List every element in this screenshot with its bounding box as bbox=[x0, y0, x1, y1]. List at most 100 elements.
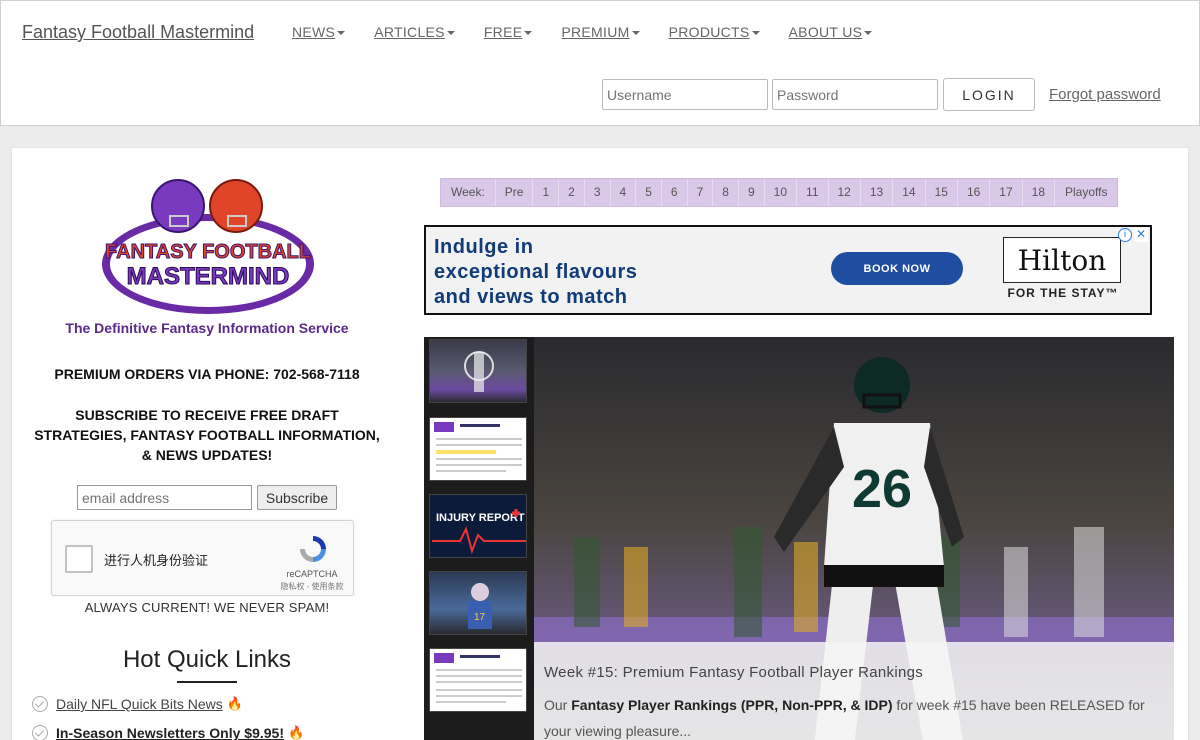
week-2[interactable]: 2 bbox=[559, 179, 585, 206]
tagline: The Definitive Fantasy Information Servi… bbox=[65, 320, 349, 336]
quick-link-item: In-Season Newsletters Only $9.95! 🔥 bbox=[32, 725, 304, 740]
helmet-icon bbox=[854, 357, 910, 413]
nav-premium[interactable]: PREMIUM bbox=[561, 24, 640, 40]
excerpt-bold: Fantasy Player Rankings (PPR, Non-PPR, &… bbox=[571, 697, 893, 713]
jersey-number: 26 bbox=[852, 459, 912, 519]
ad-headline-line: Indulge in bbox=[434, 236, 534, 258]
nav-about-us[interactable]: ABOUT US bbox=[789, 24, 873, 40]
ad-headline-line: and views to match bbox=[434, 286, 628, 308]
logo-text-line1: FANTASY FOOTBALL bbox=[105, 241, 311, 263]
slider-thumbnails: INJURY REPORT 17 bbox=[424, 337, 534, 740]
ad-slogan: FOR THE STAY™ bbox=[1007, 286, 1119, 300]
nav-products[interactable]: PRODUCTS bbox=[669, 24, 760, 40]
player-silhouette-icon bbox=[464, 351, 494, 392]
ad-close-icon[interactable]: ✕ bbox=[1134, 228, 1148, 242]
ad-banner[interactable]: Indulge in exceptional flavours and view… bbox=[424, 225, 1152, 315]
caret-down-icon bbox=[631, 30, 640, 35]
document-icon bbox=[434, 422, 522, 472]
nav-free[interactable]: FREE bbox=[484, 24, 533, 40]
slide-excerpt: Our Fantasy Player Rankings (PPR, Non-PP… bbox=[544, 692, 1154, 740]
week-3[interactable]: 3 bbox=[585, 179, 611, 206]
week-11[interactable]: 11 bbox=[797, 179, 829, 206]
week-13[interactable]: 13 bbox=[861, 179, 894, 206]
site-logo[interactable]: FANTASY FOOTBALL MASTERMIND bbox=[100, 176, 316, 316]
slide-title[interactable]: Week #15: Premium Fantasy Football Playe… bbox=[544, 664, 923, 681]
week-12[interactable]: 12 bbox=[829, 179, 861, 206]
login-button[interactable]: LOGIN bbox=[943, 78, 1035, 111]
week-1[interactable]: 1 bbox=[533, 179, 560, 206]
quick-link-daily-news[interactable]: Daily NFL Quick Bits News bbox=[56, 696, 223, 712]
caret-down-icon bbox=[864, 30, 873, 35]
week-18[interactable]: 18 bbox=[1023, 179, 1056, 206]
phone-orders: PREMIUM ORDERS VIA PHONE: 702-568-7118 bbox=[54, 366, 360, 382]
thumbnail-field-photo[interactable] bbox=[429, 339, 527, 403]
thumbnail-player-photo[interactable]: 17 bbox=[429, 571, 527, 635]
forgot-password-link[interactable]: Forgot password bbox=[1049, 86, 1161, 103]
week-15[interactable]: 15 bbox=[926, 179, 958, 206]
slide-caption[interactable]: Week #15: Premium Fantasy Football Playe… bbox=[534, 642, 1174, 740]
nav-articles[interactable]: ARTICLES bbox=[374, 24, 455, 40]
title-underline bbox=[177, 681, 237, 683]
caret-down-icon bbox=[524, 30, 533, 35]
brand-link[interactable]: Fantasy Football Mastermind bbox=[22, 22, 254, 43]
username-input[interactable] bbox=[602, 79, 768, 110]
document-icon bbox=[434, 653, 522, 703]
week-label: Week: bbox=[441, 179, 496, 206]
fire-icon: 🔥 bbox=[226, 696, 243, 711]
hot-links-title: Hot Quick Links bbox=[122, 646, 292, 673]
check-circle-icon bbox=[32, 696, 48, 712]
helmet-right-icon bbox=[209, 179, 263, 233]
week-17[interactable]: 17 bbox=[990, 179, 1023, 206]
login-form: LOGIN Forgot password bbox=[602, 78, 1161, 111]
site-header: Fantasy Football Mastermind NEWS ARTICLE… bbox=[0, 0, 1200, 126]
recaptcha-icon bbox=[300, 536, 326, 562]
ad-brand-logo: Hilton bbox=[1003, 237, 1121, 283]
week-5[interactable]: 5 bbox=[636, 179, 662, 206]
week-7[interactable]: 7 bbox=[688, 179, 714, 206]
password-input[interactable] bbox=[772, 79, 938, 110]
week-16[interactable]: 16 bbox=[958, 179, 991, 206]
main-nav: NEWS ARTICLES FREE PREMIUM PRODUCTS ABOU… bbox=[292, 24, 901, 40]
thumbnail-document[interactable] bbox=[429, 648, 527, 712]
fire-icon: 🔥 bbox=[287, 725, 305, 740]
subscribe-text: SUBSCRIBE TO RECEIVE FREE DRAFT STRATEGI… bbox=[34, 407, 380, 463]
email-input[interactable] bbox=[77, 485, 252, 510]
week-14[interactable]: 14 bbox=[893, 179, 926, 206]
recaptcha-widget: 进行人机身份验证 reCAPTCHA 隐私权 - 使用条款 bbox=[51, 520, 354, 596]
captcha-checkbox[interactable] bbox=[65, 545, 93, 573]
heartbeat-icon: INJURY REPORT bbox=[432, 509, 526, 555]
caret-down-icon bbox=[337, 30, 346, 35]
nospam-text: ALWAYS CURRENT! WE NEVER SPAM! bbox=[84, 600, 330, 615]
ad-headline: Indulge in exceptional flavours and view… bbox=[434, 235, 637, 310]
week-9[interactable]: 9 bbox=[739, 179, 765, 206]
quick-link-newsletters[interactable]: In-Season Newsletters Only $9.95! bbox=[56, 725, 284, 740]
svg-text:INJURY REPORT: INJURY REPORT bbox=[436, 512, 525, 524]
caret-down-icon bbox=[446, 30, 455, 35]
week-6[interactable]: 6 bbox=[662, 179, 688, 206]
player-figure-icon: 17 bbox=[468, 583, 492, 629]
week-4[interactable]: 4 bbox=[611, 179, 637, 206]
captcha-label: 进行人机身份验证 bbox=[104, 553, 209, 568]
week-pre[interactable]: Pre bbox=[496, 179, 534, 206]
week-8[interactable]: 8 bbox=[713, 179, 739, 206]
caret-down-icon bbox=[751, 30, 760, 35]
helmet-left-icon bbox=[151, 179, 205, 233]
captcha-links[interactable]: 隐私权 - 使用条款 bbox=[276, 581, 348, 592]
check-circle-icon bbox=[32, 725, 48, 740]
svg-text:17: 17 bbox=[474, 612, 486, 623]
ad-info-icon[interactable]: i bbox=[1118, 228, 1132, 242]
week-playoffs[interactable]: Playoffs bbox=[1055, 179, 1117, 206]
excerpt-text: Our bbox=[544, 697, 572, 713]
ad-book-now-button[interactable]: BOOK NOW bbox=[831, 252, 963, 285]
thumbnail-document[interactable] bbox=[429, 417, 527, 481]
nav-news[interactable]: NEWS bbox=[292, 24, 346, 40]
week-10[interactable]: 10 bbox=[765, 179, 798, 206]
featured-slider: INJURY REPORT 17 26 Week #15: Premium Fa… bbox=[424, 337, 1174, 740]
ad-headline-line: exceptional flavours bbox=[434, 261, 638, 283]
quick-link-item: Daily NFL Quick Bits News 🔥 bbox=[32, 696, 243, 712]
subscribe-button[interactable]: Subscribe bbox=[257, 485, 337, 510]
logo-text-line2: MASTERMIND bbox=[127, 263, 290, 290]
captcha-brand: reCAPTCHA bbox=[286, 569, 338, 579]
week-selector: Week: Pre 1 2 3 4 5 6 7 8 9 10 11 12 13 14 15 16 17 18 Play… bbox=[440, 178, 1119, 207]
thumbnail-injury-report[interactable]: INJURY REPORT bbox=[429, 494, 527, 558]
